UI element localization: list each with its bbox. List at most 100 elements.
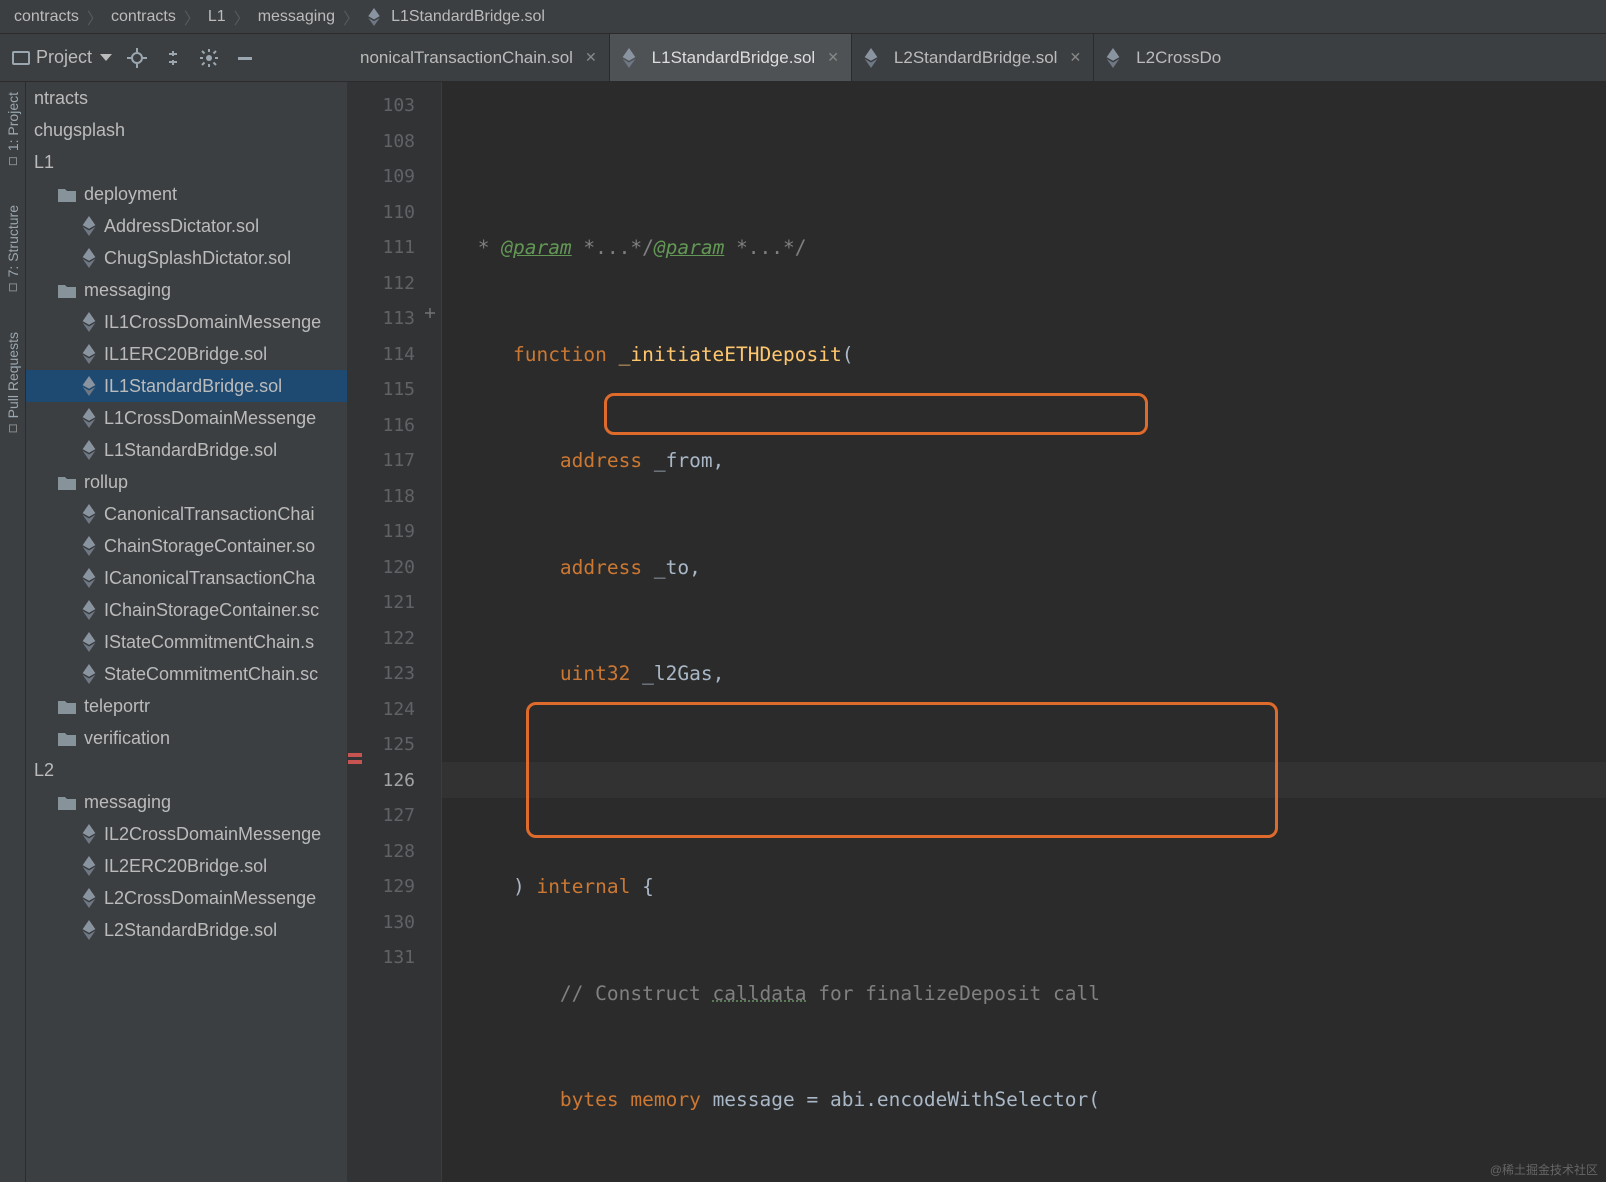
tree-file[interactable]: L2StandardBridge.sol <box>26 914 347 946</box>
chevron-right-icon: 〉 <box>184 5 200 29</box>
tool-window-project[interactable]: 1: Project <box>5 92 21 165</box>
code-line: address _from, <box>466 443 1606 479</box>
tree-file[interactable]: chugsplash <box>26 114 347 146</box>
tree-file[interactable]: IStateCommitmentChain.s <box>26 626 347 658</box>
tab-l2-cross-domain[interactable]: L2CrossDo <box>1094 34 1233 81</box>
highlight-box <box>604 393 1148 435</box>
ethereum-icon <box>82 632 96 652</box>
tree-file[interactable]: L1StandardBridge.sol <box>26 434 347 466</box>
tree-file[interactable]: ChainStorageContainer.so <box>26 530 347 562</box>
watermark: @稀土掘金技术社区 <box>1490 1161 1598 1178</box>
expand-all-icon[interactable] <box>162 47 184 69</box>
crumb[interactable]: messaging <box>258 8 335 26</box>
ethereum-icon <box>82 440 96 460</box>
tree-file[interactable]: IL1CrossDomainMessenge <box>26 306 347 338</box>
tree-item-label: AddressDictator.sol <box>104 216 259 237</box>
tree-folder[interactable]: messaging <box>26 274 347 306</box>
line-number: 115 <box>348 372 415 408</box>
tab-l2-standard-bridge[interactable]: L2StandardBridge.sol ✕ <box>852 34 1094 81</box>
ethereum-icon <box>82 920 96 940</box>
tab-l1-standard-bridge[interactable]: L1StandardBridge.sol ✕ <box>610 34 852 81</box>
tree-item-label: IL2ERC20Bridge.sol <box>104 856 267 877</box>
line-number: 114 <box>348 337 415 373</box>
line-number: 121 <box>348 585 415 621</box>
tree-file[interactable]: CanonicalTransactionChai <box>26 498 347 530</box>
line-number: 131 <box>348 940 415 976</box>
tree-item-label: CanonicalTransactionChai <box>104 504 314 525</box>
tree-folder[interactable]: rollup <box>26 466 347 498</box>
ethereum-icon <box>82 856 96 876</box>
tree-item-label: messaging <box>84 280 171 301</box>
close-icon[interactable]: ✕ <box>1069 49 1081 66</box>
tree-folder[interactable]: teleportr <box>26 690 347 722</box>
crumb[interactable]: L1 <box>208 8 226 26</box>
tree-item-label: ICanonicalTransactionCha <box>104 568 315 589</box>
tab-canonical-transaction-chain[interactable]: nonicalTransactionChain.sol ✕ <box>348 34 610 81</box>
error-marker-icon <box>348 753 362 757</box>
crumb-file[interactable]: L1StandardBridge.sol <box>391 8 545 26</box>
close-icon[interactable]: ✕ <box>585 49 597 66</box>
tree-folder[interactable]: verification <box>26 722 347 754</box>
tree-file[interactable]: ICanonicalTransactionCha <box>26 562 347 594</box>
hide-icon[interactable] <box>234 47 256 69</box>
tree-file[interactable]: L1 <box>26 146 347 178</box>
line-number: 124 <box>348 692 415 728</box>
tree-folder[interactable]: deployment <box>26 178 347 210</box>
tree-file[interactable]: IChainStorageContainer.sc <box>26 594 347 626</box>
code-line: ) internal { <box>466 869 1606 905</box>
project-view-selector[interactable]: Project <box>12 47 112 68</box>
tree-item-label: deployment <box>84 184 177 205</box>
tab-label: L1StandardBridge.sol <box>652 48 816 68</box>
tree-item-label: StateCommitmentChain.sc <box>104 664 318 685</box>
folder-icon <box>58 186 76 202</box>
tree-item-label: IL2CrossDomainMessenge <box>104 824 321 845</box>
tree-folder[interactable]: messaging <box>26 786 347 818</box>
crumb[interactable]: contracts <box>111 8 176 26</box>
tree-file[interactable]: L2 <box>26 754 347 786</box>
line-number: 127 <box>348 798 415 834</box>
line-number: 112 <box>348 266 415 302</box>
ethereum-icon <box>82 408 96 428</box>
crumb[interactable]: contracts <box>14 8 79 26</box>
tree-file[interactable]: L2CrossDomainMessenge <box>26 882 347 914</box>
project-view-label: Project <box>36 47 92 68</box>
code-line: uint32 _l2Gas, <box>466 656 1606 692</box>
tree-item-label: messaging <box>84 792 171 813</box>
error-marker-icon <box>348 760 362 764</box>
tree-file[interactable]: IL1StandardBridge.sol <box>26 370 347 402</box>
ethereum-icon <box>82 536 96 556</box>
tree-file[interactable]: ChugSplashDictator.sol <box>26 242 347 274</box>
locate-icon[interactable] <box>126 47 148 69</box>
ethereum-icon <box>82 824 96 844</box>
ethereum-icon <box>82 664 96 684</box>
tree-item-label: chugsplash <box>34 120 125 141</box>
line-number-gutter: 1031081091101111121131141151161171181191… <box>348 82 442 1182</box>
code-line: function _initiateETHDeposit( <box>466 337 1606 373</box>
tree-file[interactable]: L1CrossDomainMessenge <box>26 402 347 434</box>
editor-tabs: nonicalTransactionChain.sol ✕ L1Standard… <box>348 34 1606 81</box>
tree-file[interactable]: IL1ERC20Bridge.sol <box>26 338 347 370</box>
tree-item-label: verification <box>84 728 170 749</box>
tree-file[interactable]: StateCommitmentChain.sc <box>26 658 347 690</box>
ethereum-icon <box>82 312 96 332</box>
fold-marker-icon[interactable] <box>425 308 435 318</box>
line-number: 117 <box>348 443 415 479</box>
close-icon[interactable]: ✕ <box>827 49 839 66</box>
line-number: 123 <box>348 656 415 692</box>
code-editor[interactable]: 1031081091101111121131141151161171181191… <box>348 82 1606 1182</box>
ethereum-icon <box>82 248 96 268</box>
highlight-box <box>526 702 1278 838</box>
tree-file[interactable]: ntracts <box>26 82 347 114</box>
gear-icon[interactable] <box>198 47 220 69</box>
tree-file[interactable]: IL2ERC20Bridge.sol <box>26 850 347 882</box>
tree-file[interactable]: IL2CrossDomainMessenge <box>26 818 347 850</box>
tool-window-pull-requests[interactable]: Pull Requests <box>5 332 21 432</box>
tool-window-structure[interactable]: 7: Structure <box>5 205 21 291</box>
line-number: 113 <box>348 301 415 337</box>
project-tree[interactable]: ntracts chugsplash L1 deployment AddressDict… <box>26 82 348 1182</box>
tree-file[interactable]: AddressDictator.sol <box>26 210 347 242</box>
folder-icon <box>58 698 76 714</box>
left-tool-strip: 1: Project 7: Structure Pull Requests <box>0 82 26 1182</box>
project-view-icon <box>12 51 30 65</box>
code-content[interactable]: * @param *...*/@param *...*/ function _i… <box>442 82 1606 1182</box>
